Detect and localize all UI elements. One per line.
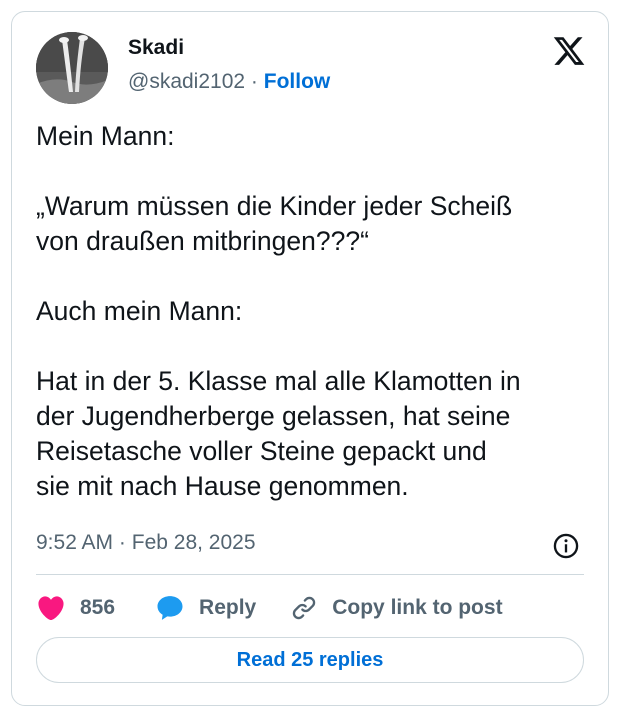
like-button[interactable]: 856 — [36, 593, 115, 623]
speech-bubble-icon — [157, 596, 183, 620]
avatar-photo — [36, 32, 108, 104]
action-bar: 856 Reply Copy link to post — [36, 590, 503, 626]
read-replies-button[interactable]: Read 25 replies — [36, 637, 584, 683]
handle-separator: · — [250, 70, 258, 93]
tweet-paragraph: „Warum müssen die Kinder jeder Scheiß vo… — [36, 191, 513, 256]
tweet-time: 9:52 AM — [36, 531, 114, 554]
copy-link-label: Copy link to post — [332, 596, 503, 619]
x-logo-icon[interactable] — [552, 34, 586, 68]
embedded-tweet-card: Skadi @skadi2102 · Follow Mein Mann: „Wa… — [11, 11, 609, 706]
divider — [36, 574, 584, 575]
author-handle[interactable]: @skadi2102 — [128, 70, 245, 93]
info-icon[interactable] — [552, 532, 580, 560]
link-icon — [293, 596, 316, 620]
like-count: 856 — [80, 596, 116, 619]
tweet-date: Feb 28, 2025 — [131, 531, 256, 554]
reply-label: Reply — [199, 596, 257, 619]
tweet-paragraph: Auch mein Mann: — [36, 296, 243, 326]
avatar[interactable] — [36, 32, 108, 104]
tweet-text: Mein Mann: „Warum müssen die Kinder jede… — [36, 119, 596, 504]
copy-link-button[interactable]: Copy link to post — [290, 594, 503, 622]
author-name[interactable]: Skadi — [128, 36, 184, 60]
reply-button[interactable]: Reply — [155, 593, 256, 623]
tweet-paragraph: Hat in der 5. Klasse mal alle Klamotten … — [36, 366, 521, 501]
tweet-timestamp[interactable]: 9:52 AM · Feb 28, 2025 — [36, 531, 256, 555]
tweet-paragraph: Mein Mann: — [36, 121, 175, 151]
author-handle-row: @skadi2102 · Follow — [128, 70, 330, 94]
timestamp-separator: · — [118, 531, 126, 554]
heart-icon — [38, 596, 64, 621]
follow-button[interactable]: Follow — [264, 70, 331, 93]
